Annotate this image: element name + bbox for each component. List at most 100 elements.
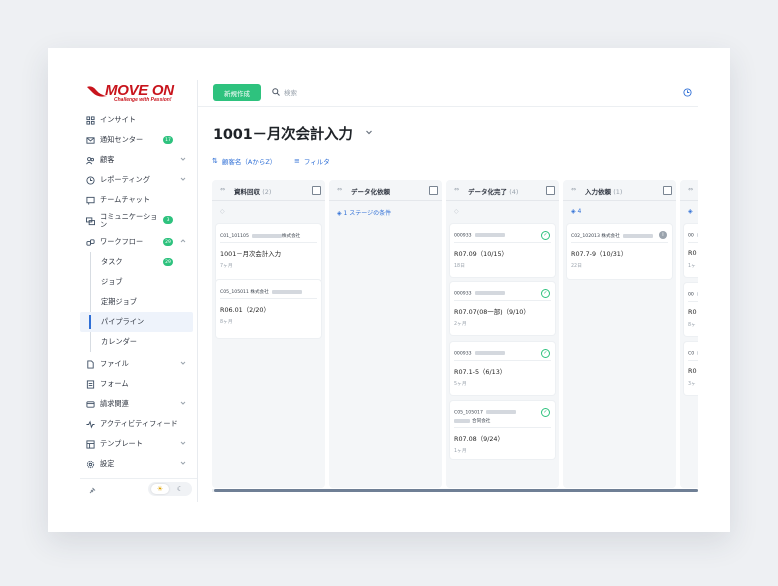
filter-button[interactable]: ≡ フィルタ xyxy=(294,156,330,166)
dark-mode-icon[interactable]: ☾ xyxy=(171,484,189,494)
pipeline-card[interactable]: C0 R0 3ヶ xyxy=(684,342,698,395)
pipeline-card[interactable]: C01_101105 株式会社 1001－月次会計入力 7ヶ月 xyxy=(216,224,321,282)
card-divider xyxy=(454,427,551,428)
sidebar-item-settings[interactable]: 設定 xyxy=(80,454,197,474)
card-client-id: C0 xyxy=(688,351,698,357)
brand-tagline: Challenge with Passion! xyxy=(114,97,172,103)
theme-toggle[interactable]: ☀ ☾ xyxy=(148,482,192,496)
sidebar-subitem-jobs[interactable]: ジョブ xyxy=(80,272,197,292)
search-icon xyxy=(272,88,280,96)
redacted-name xyxy=(696,292,698,296)
card-client-id: 000933 xyxy=(454,291,505,297)
pipeline-card[interactable]: C02_102013 株式会社 R07.7-9（10/31） 22日 i xyxy=(567,224,672,279)
history-clock-icon[interactable] xyxy=(683,88,692,97)
chevron-down-icon xyxy=(180,401,186,405)
sidebar-item-communication[interactable]: コミュニケーション 3 xyxy=(80,210,197,232)
column-count: (2) xyxy=(262,188,272,196)
drag-handle-icon[interactable]: ⇔ xyxy=(571,186,576,193)
card-job-name: R0 xyxy=(688,249,697,257)
pipeline-card[interactable]: 000933 R07.07(08一部)（9/10） 2ヶ月 ✓ xyxy=(450,282,555,335)
card-client-id: C05_105011 株式会社 xyxy=(220,289,302,295)
sidebar-item-label: パイプライン xyxy=(101,317,145,326)
sidebar-subitem-calendar[interactable]: カレンダー xyxy=(80,332,197,352)
sidebar-item-reporting[interactable]: レポーティング xyxy=(80,170,197,190)
form-icon xyxy=(86,379,95,389)
pipeline-card[interactable]: 000933 R07.09（10/15） 18日 ✓ xyxy=(450,224,555,277)
scrollbar-thumb[interactable] xyxy=(214,489,698,492)
column-name: データ化完了 xyxy=(468,188,507,196)
sort-button[interactable]: ⇅ 顧客名（AからZ） xyxy=(212,156,276,166)
sidebar-item-insight[interactable]: インサイト xyxy=(80,110,197,130)
stage-conditions[interactable]: ◇ xyxy=(220,208,225,215)
light-mode-icon[interactable]: ☀ xyxy=(151,484,169,494)
count-badge: 29 xyxy=(163,238,173,246)
sidebar-subitem-recurring-jobs[interactable]: 定期ジョブ xyxy=(80,292,197,312)
stage-conditions[interactable]: ◈ 1 ステージの条件 xyxy=(337,208,391,217)
pipeline-column: ⇔ ◈ 00 R0 1ヶ 00 R0 8ヶ C0 R0 3ヶ xyxy=(680,180,698,488)
sidebar-item-label: インサイト xyxy=(100,115,136,124)
sidebar-item-customers[interactable]: 顧客 xyxy=(80,150,197,170)
column-select-checkbox[interactable] xyxy=(429,186,438,195)
sidebar-subitem-pipeline[interactable]: パイプライン xyxy=(80,312,193,332)
sidebar-item-billing[interactable]: 請求関連 xyxy=(80,394,197,414)
client-code: 00 xyxy=(688,292,694,298)
pipeline-board: ⇔ ◈ 00 R0 1ヶ 00 R0 8ヶ C0 R0 3ヶ ⇔ 入力依頼 (1) ◈ 4 C02_1020… xyxy=(212,180,698,492)
sidebar-item-notifications[interactable]: 通知センター 17 xyxy=(80,130,197,150)
drag-handle-icon[interactable]: ⇔ xyxy=(337,186,342,193)
client-code: 00 xyxy=(688,233,694,239)
client-suffix: 株式会社 xyxy=(281,234,301,239)
sidebar-item-label: チームチャット xyxy=(100,195,151,204)
column-header: ⇔ 入力依頼 (1) xyxy=(563,180,676,201)
pipeline-card[interactable]: C05_105017 合同会社 R07.08（9/24） 1ヶ月 ✓ xyxy=(450,401,555,459)
pipeline-column: ⇔ データ化完了 (4) ◇ 000933 R07.09（10/15） 18日 ✓ 00093… xyxy=(446,180,559,488)
create-new-button[interactable]: 新規作成 xyxy=(213,84,261,101)
column-name: 入力依頼 xyxy=(585,188,611,196)
pipeline-card[interactable]: 00 R0 8ヶ xyxy=(684,283,698,336)
client-code: 000933 xyxy=(454,291,472,297)
drag-handle-icon[interactable]: ⇔ xyxy=(220,186,225,193)
sidebar-item-forms[interactable]: フォーム xyxy=(80,374,197,394)
sidebar-item-label: 通知センター xyxy=(100,135,144,144)
card-job-name: R0 xyxy=(688,308,697,316)
column-select-checkbox[interactable] xyxy=(663,186,672,195)
redacted-name xyxy=(474,233,505,237)
client-code: 000933 xyxy=(454,233,472,239)
card-client-id: C01_101105 株式会社 xyxy=(220,233,300,239)
sidebar-item-team-chat[interactable]: チームチャット xyxy=(80,190,197,210)
pipeline-card[interactable]: 000933 R07.1-5（6/13） 5ヶ月 ✓ xyxy=(450,342,555,395)
chevron-down-icon[interactable] xyxy=(365,128,373,136)
sidebar-item-files[interactable]: ファイル xyxy=(80,354,197,374)
chevron-up-icon xyxy=(180,239,186,243)
stage-conditions[interactable]: ◈ 4 xyxy=(571,208,581,215)
sidebar: MOVE ON Challenge with Passion! インサイト 通知… xyxy=(80,80,198,502)
card-age: 7ヶ月 xyxy=(220,264,233,269)
sidebar-footer: ☀ ☾ xyxy=(80,478,197,502)
link-icon xyxy=(86,238,95,247)
pipeline-card[interactable]: 00 R0 1ヶ xyxy=(684,224,698,277)
app-window: MOVE ON Challenge with Passion! インサイト 通知… xyxy=(80,80,698,502)
drag-handle-icon[interactable]: ⇔ xyxy=(454,186,459,193)
card-divider xyxy=(688,301,698,302)
sidebar-item-activity-feed[interactable]: アクティビティフィード xyxy=(80,414,197,434)
sidebar-item-templates[interactable]: テンプレート xyxy=(80,434,197,454)
stage-conditions[interactable]: ◈ xyxy=(688,208,693,215)
column-select-checkbox[interactable] xyxy=(546,186,555,195)
column-select-checkbox[interactable] xyxy=(312,186,321,195)
chevron-down-icon xyxy=(180,361,186,365)
sidebar-subitem-tasks[interactable]: タスク 29 xyxy=(80,252,197,272)
horizontal-scrollbar[interactable] xyxy=(212,489,698,492)
page-title: 1001－月次会計入力 xyxy=(213,127,353,143)
brand-logo[interactable]: MOVE ON Challenge with Passion! xyxy=(86,82,182,104)
column-count: (4) xyxy=(509,188,519,196)
card-age: 8ヶ xyxy=(688,323,696,328)
sort-label: 顧客名（AからZ） xyxy=(221,158,277,166)
count-badge: 29 xyxy=(163,258,173,266)
search-field[interactable]: 検索 xyxy=(272,87,297,97)
pipeline-card[interactable]: C05_105011 株式会社 R06.01（2/20） 8ヶ月 xyxy=(216,280,321,338)
stage-conditions[interactable]: ◇ xyxy=(454,208,459,215)
pipeline-column: ⇔ 入力依頼 (1) ◈ 4 C02_102013 株式会社 R07.7-9（10/31… xyxy=(563,180,676,488)
drag-handle-icon[interactable]: ⇔ xyxy=(688,186,693,193)
filter-icon: ≡ xyxy=(294,157,300,165)
pin-icon[interactable] xyxy=(88,487,96,495)
sidebar-item-workflow[interactable]: ワークフロー 29 xyxy=(80,232,197,252)
